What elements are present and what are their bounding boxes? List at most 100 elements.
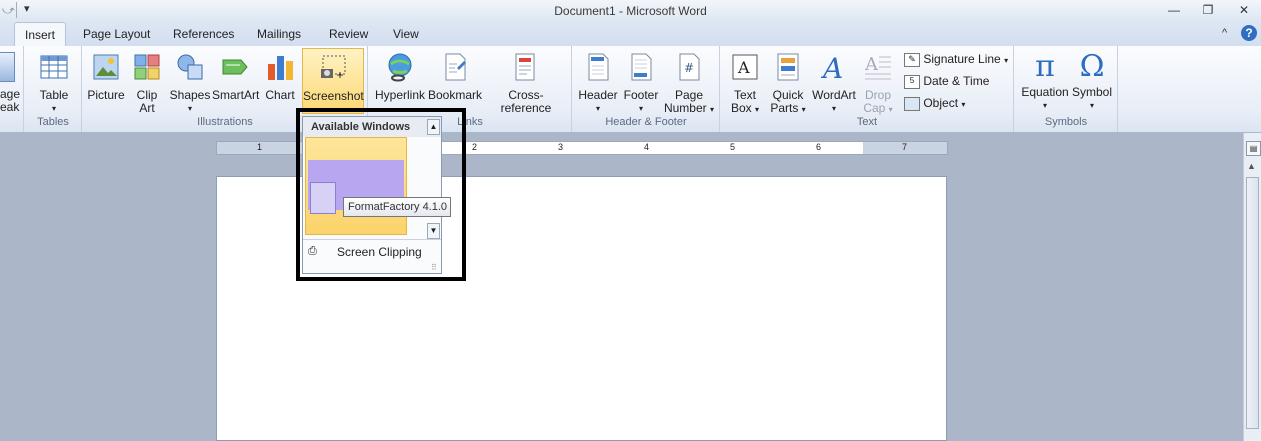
table-label: Table: [39, 88, 69, 102]
screenshot-button[interactable]: Screenshot: [302, 48, 364, 114]
bookmark-icon: [445, 53, 466, 81]
restore-icon[interactable]: ❐: [1197, 2, 1219, 18]
page-number-button[interactable]: # Page Number ▾: [662, 52, 716, 116]
chart-label: Chart: [265, 88, 295, 102]
cross-reference-label: Cross-reference: [500, 88, 552, 115]
drop-cap-label-2: Cap: [863, 101, 886, 115]
svg-text:A: A: [737, 58, 750, 77]
wordart-label: WordArt: [812, 88, 856, 102]
screenshot-label: Screenshot: [303, 89, 364, 103]
footer-label: Footer: [623, 88, 659, 102]
table-button[interactable]: Table ▾: [32, 52, 76, 115]
smartart-button[interactable]: SmartArt: [212, 52, 260, 102]
group-text: A Text Box ▾ Quick Parts ▾ A WordArt ▾ A…: [720, 46, 1014, 132]
drop-cap-button[interactable]: A Drop Cap ▾: [858, 52, 898, 116]
vertical-scrollbar[interactable]: ▤ ▲: [1243, 133, 1261, 441]
shapes-button[interactable]: Shapes ▾: [168, 52, 212, 115]
signature-line-icon: ✎: [904, 52, 920, 67]
tables-group-label: Tables: [37, 116, 69, 128]
page-break-button[interactable]: age eak: [0, 88, 20, 114]
title-bar: ⤻ ▾ Document1 - Microsoft Word — ❐ ✕: [0, 0, 1261, 22]
picture-button[interactable]: Picture: [86, 52, 126, 102]
object-button[interactable]: Object ▾: [904, 96, 965, 111]
minimize-icon[interactable]: —: [1163, 2, 1185, 18]
group-tables: Table ▾ Tables: [24, 46, 82, 132]
svg-text:A: A: [820, 52, 843, 82]
date-time-icon: 5: [904, 74, 920, 89]
quick-parts-label-2: Parts: [770, 101, 799, 115]
header-button[interactable]: Header ▾: [576, 52, 620, 115]
ruler-number: 4: [644, 142, 650, 152]
tab-review[interactable]: Review: [329, 27, 368, 41]
view-ruler-icon[interactable]: ▤: [1246, 141, 1261, 156]
text-box-button[interactable]: A Text Box ▾: [724, 52, 766, 116]
svg-text:#: #: [684, 61, 694, 75]
table-icon: [40, 55, 68, 79]
page-break-icon: [0, 52, 15, 82]
ruler-number: 1: [257, 142, 263, 152]
ruler-number: 7: [902, 142, 908, 152]
bookmark-button[interactable]: Bookmark: [428, 52, 482, 102]
chart-button[interactable]: Chart: [262, 52, 298, 102]
symbol-button[interactable]: Ω Symbol ▾: [1070, 52, 1114, 112]
text-group-label: Text: [856, 116, 878, 128]
screenshot-icon: [321, 55, 346, 78]
svg-text:A: A: [864, 54, 879, 75]
wordart-button[interactable]: A WordArt ▾: [810, 52, 858, 115]
picture-icon: [93, 54, 119, 80]
text-box-label-2: Box: [730, 101, 752, 115]
clip-art-button[interactable]: Clip Art: [130, 52, 164, 115]
hyperlink-icon: [388, 53, 412, 82]
bookmark-label: Bookmark: [428, 88, 483, 102]
quick-parts-icon: [777, 53, 799, 81]
signature-line-label: Signature Line: [923, 52, 1001, 66]
footer-icon: [631, 53, 652, 81]
help-icon[interactable]: ?: [1241, 25, 1257, 41]
quick-parts-button[interactable]: Quick Parts ▾: [766, 52, 810, 116]
cross-reference-button[interactable]: Cross-reference: [484, 52, 568, 115]
ribbon: age eak Table ▾ Tables Picture Clip Art …: [0, 46, 1261, 133]
clip-art-icon: [134, 54, 160, 80]
page-number-icon: #: [679, 53, 700, 81]
group-header-footer: Header ▾ Footer ▾ # Page Number ▾ Header…: [572, 46, 720, 132]
symbol-label: Symbol: [1071, 85, 1112, 99]
ruler-number: 3: [558, 142, 564, 152]
hyperlink-label: Hyperlink: [374, 88, 425, 102]
group-pages: age eak: [0, 46, 24, 132]
tab-mailings[interactable]: Mailings: [257, 27, 301, 41]
object-icon: [904, 96, 920, 111]
minimize-ribbon-icon[interactable]: ^: [1222, 27, 1227, 39]
omega-icon: Ω: [1079, 49, 1105, 84]
scroll-up-icon[interactable]: ▲: [1247, 161, 1256, 171]
tab-view[interactable]: View: [393, 27, 419, 41]
close-icon[interactable]: ✕: [1233, 2, 1255, 18]
page-number-label-2: Number: [663, 101, 707, 115]
header-icon: [588, 53, 609, 81]
drop-cap-icon: A: [864, 54, 891, 80]
wordart-icon: A: [820, 52, 843, 85]
symbols-group-label: Symbols: [1044, 116, 1088, 128]
page-break-label-2: eak: [0, 100, 20, 114]
tab-insert[interactable]: Insert: [14, 22, 66, 47]
clip-art-label-2: Art: [139, 101, 155, 115]
signature-line-button[interactable]: ✎ Signature Line ▾: [904, 52, 1008, 67]
ruler-number: 6: [816, 142, 822, 152]
picture-label: Picture: [87, 88, 125, 102]
group-symbols: π Equation ▾ Ω Symbol ▾ Symbols: [1014, 46, 1118, 132]
shapes-label: Shapes: [169, 88, 211, 102]
object-label: Object: [923, 96, 959, 110]
hyperlink-button[interactable]: Hyperlink: [374, 52, 426, 102]
equation-label: Equation: [1021, 85, 1069, 99]
highlight-frame: [296, 108, 466, 281]
tab-page-layout[interactable]: Page Layout: [83, 27, 150, 41]
date-time-button[interactable]: 5 Date & Time: [904, 74, 989, 89]
equation-button[interactable]: π Equation ▾: [1018, 52, 1072, 112]
cross-reference-icon: [515, 53, 535, 81]
tab-references[interactable]: References: [173, 27, 234, 41]
smartart-label: SmartArt: [212, 88, 260, 102]
ruler-number: 2: [472, 142, 478, 152]
scrollbar-thumb[interactable]: [1246, 177, 1259, 429]
footer-button[interactable]: Footer ▾: [620, 52, 662, 115]
ruler-number: 5: [730, 142, 736, 152]
shapes-icon: [177, 54, 203, 80]
